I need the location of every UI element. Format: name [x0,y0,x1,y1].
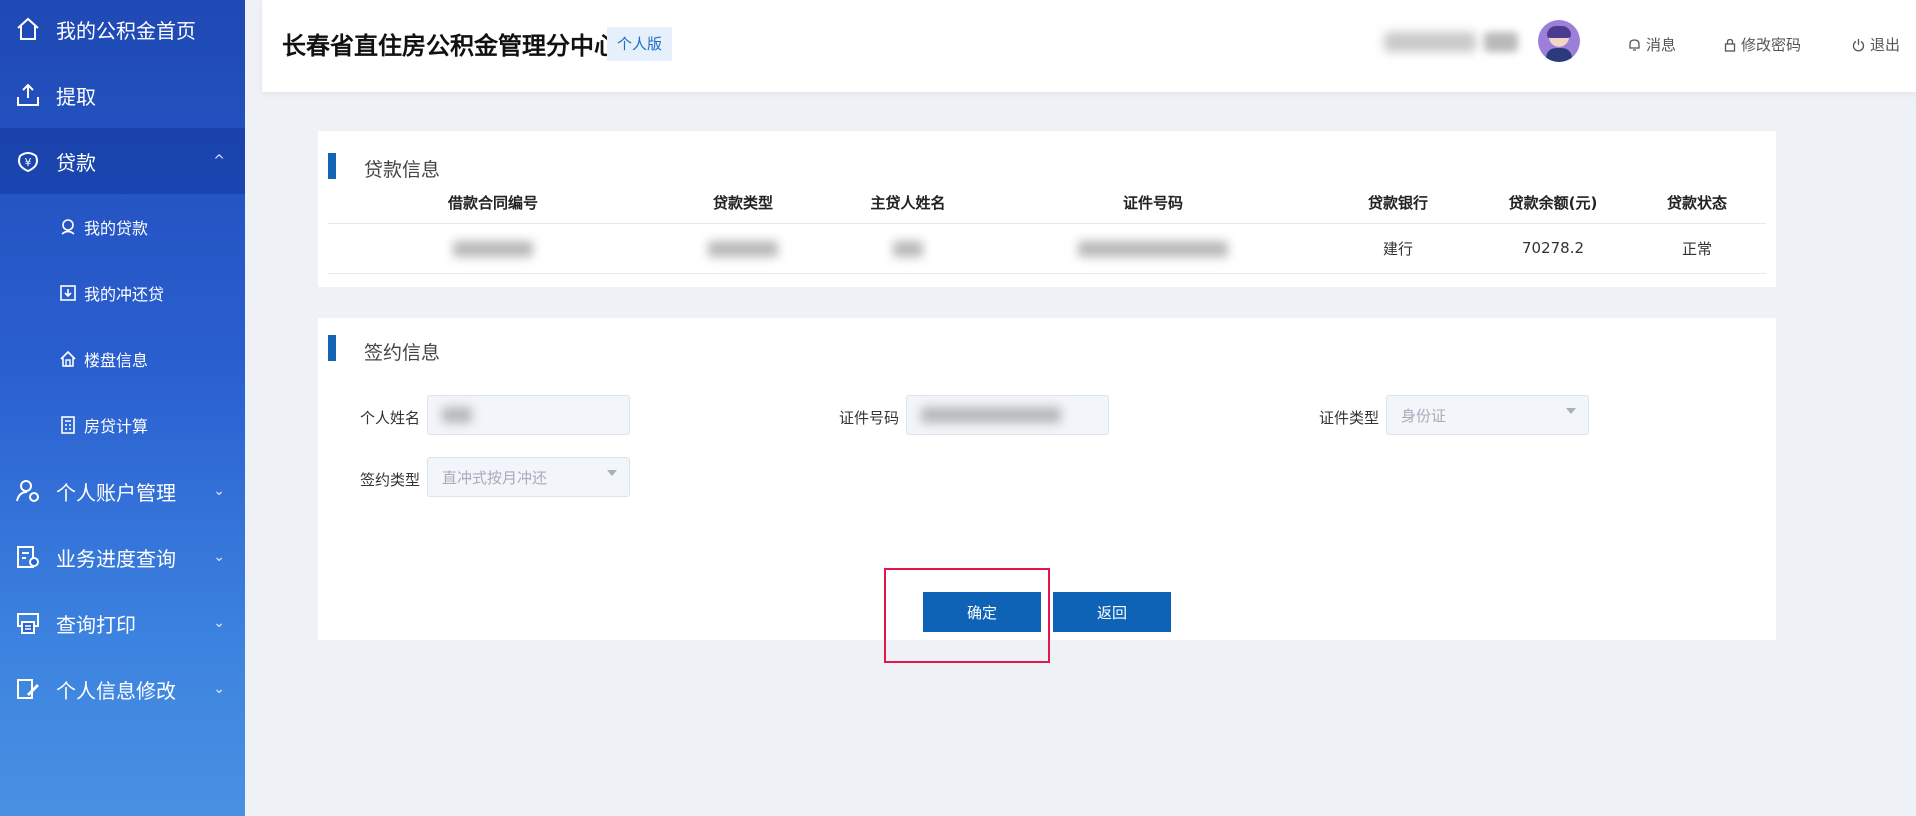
messages-label: 消息 [1646,36,1677,54]
sidebar-item-label: 个人账户管理 [56,480,176,505]
change-password-link[interactable]: 修改密码 [1724,34,1801,55]
column-header: 贷款状态 [1628,183,1766,224]
yuan-icon: ¥ [15,148,41,174]
sidebar-item-label: 提取 [56,84,96,109]
sidebar-subitem-buildings[interactable]: 楼盘信息 [0,326,245,392]
column-header: 主贷人姓名 [828,183,988,224]
sidebar-item-label: 查询打印 [56,612,136,637]
chevron-down-icon: ⌄ [213,549,225,565]
sidebar-item-withdraw[interactable]: 提取 [0,62,245,128]
id-number-input[interactable] [906,395,1109,435]
table-row[interactable]: 建行 70278.2 正常 [328,223,1766,274]
loan-info-card: 贷款信息 借款合同编号 贷款类型 主贷人姓名 证件号码 贷款银行 贷款余额(元)… [318,131,1776,287]
sign-info-title: 签约信息 [364,342,441,364]
sidebar-item-label: 业务进度查询 [56,546,176,571]
loan-icon [58,217,78,237]
repay-icon [58,283,78,303]
lock-icon [1724,38,1736,52]
section-marker [328,335,336,361]
chevron-down-icon [607,470,617,476]
column-header: 贷款银行 [1318,183,1478,224]
sidebar-subitem-label: 我的冲还贷 [84,285,165,304]
chevron-down-icon: ⌄ [213,483,225,499]
column-header: 贷款余额(元) [1478,183,1628,224]
id-type-select[interactable]: 身份证 [1386,395,1589,435]
edit-icon [15,676,41,702]
sign-type-label: 签约类型 [360,471,421,489]
column-header: 证件号码 [988,183,1318,224]
upload-icon [15,82,41,108]
logout-link[interactable]: 退出 [1852,34,1900,55]
logout-label: 退出 [1870,36,1901,54]
status-cell: 正常 [1628,223,1766,274]
table-header-row: 借款合同编号 贷款类型 主贷人姓名 证件号码 贷款银行 贷款余额(元) 贷款状态 [328,183,1766,224]
section-marker [328,153,336,179]
sidebar-item-label: 个人信息修改 [56,678,176,703]
app-title: 长春省直住房公积金管理分中心 [282,32,618,60]
id-number-label: 证件号码 [839,409,900,427]
name-label: 个人姓名 [360,409,421,427]
avatar[interactable] [1538,20,1580,62]
chevron-up-icon: ^ [213,153,225,169]
user-role-redacted [1484,32,1518,52]
sidebar-subitem-label: 楼盘信息 [84,351,149,370]
sidebar-item-loan[interactable]: ¥ 贷款 ^ [0,128,245,194]
sidebar-subitem-my-repay[interactable]: 我的冲还贷 [0,260,245,326]
column-header: 借款合同编号 [328,183,658,224]
sidebar-subitem-my-loan[interactable]: 我的贷款 [0,194,245,260]
sidebar-subitem-calculator[interactable]: 房贷计算 [0,392,245,458]
change-password-label: 修改密码 [1741,36,1802,54]
balance-cell: 70278.2 [1478,223,1628,274]
sidebar: 我的公积金首页 提取 ¥ 贷款 ^ 我的贷款 我的冲还贷 楼盘信息 房贷计算 个… [0,0,245,816]
svg-text:¥: ¥ [25,156,32,169]
borrower-name-cell [828,223,988,274]
loan-table: 借款合同编号 贷款类型 主贷人姓名 证件号码 贷款银行 贷款余额(元) 贷款状态… [328,183,1766,274]
sidebar-item-print[interactable]: 查询打印 ⌄ [0,590,245,656]
sidebar-subitem-label: 我的贷款 [84,219,149,238]
sidebar-item-profile-edit[interactable]: 个人信息修改 ⌄ [0,656,245,722]
sign-type-select[interactable]: 直冲式按月冲还 [427,457,630,497]
edition-badge: 个人版 [607,27,673,61]
chevron-down-icon [1566,408,1576,414]
contract-number-cell [328,223,658,274]
printer-icon [15,610,41,636]
id-type-value: 身份证 [1401,406,1447,425]
back-button[interactable]: 返回 [1053,592,1171,632]
sidebar-item-progress[interactable]: 业务进度查询 ⌄ [0,524,245,590]
sidebar-item-label: 我的公积金首页 [56,18,196,43]
chevron-down-icon: ⌄ [213,615,225,631]
bank-cell: 建行 [1318,223,1478,274]
user-name-redacted [1384,32,1476,52]
name-input[interactable] [427,395,630,435]
sidebar-item-label: 贷款 [56,150,96,175]
sidebar-item-home[interactable]: 我的公积金首页 [0,0,245,62]
bell-icon [1629,38,1640,51]
messages-link[interactable]: 消息 [1628,34,1676,55]
loan-info-title: 贷款信息 [364,159,441,181]
id-number-cell [988,223,1318,274]
sidebar-subitem-label: 房贷计算 [84,417,149,436]
chevron-down-icon: ⌄ [213,681,225,697]
home-icon [15,16,41,42]
building-icon [58,349,78,369]
sidebar-item-account[interactable]: 个人账户管理 ⌄ [0,458,245,524]
id-type-label: 证件类型 [1319,409,1380,427]
sign-type-value: 直冲式按月冲还 [442,468,548,487]
column-header: 贷款类型 [658,183,828,224]
progress-icon [15,544,41,570]
user-settings-icon [15,478,41,504]
confirm-button[interactable]: 确定 [923,592,1041,632]
calculator-icon [58,415,78,435]
power-icon [1852,38,1865,51]
name-value-redacted [442,407,472,423]
id-number-value-redacted [921,407,1061,423]
top-header: 长春省直住房公积金管理分中心 个人版 消息 修改密码 退出 [262,0,1916,92]
loan-type-cell [658,223,828,274]
